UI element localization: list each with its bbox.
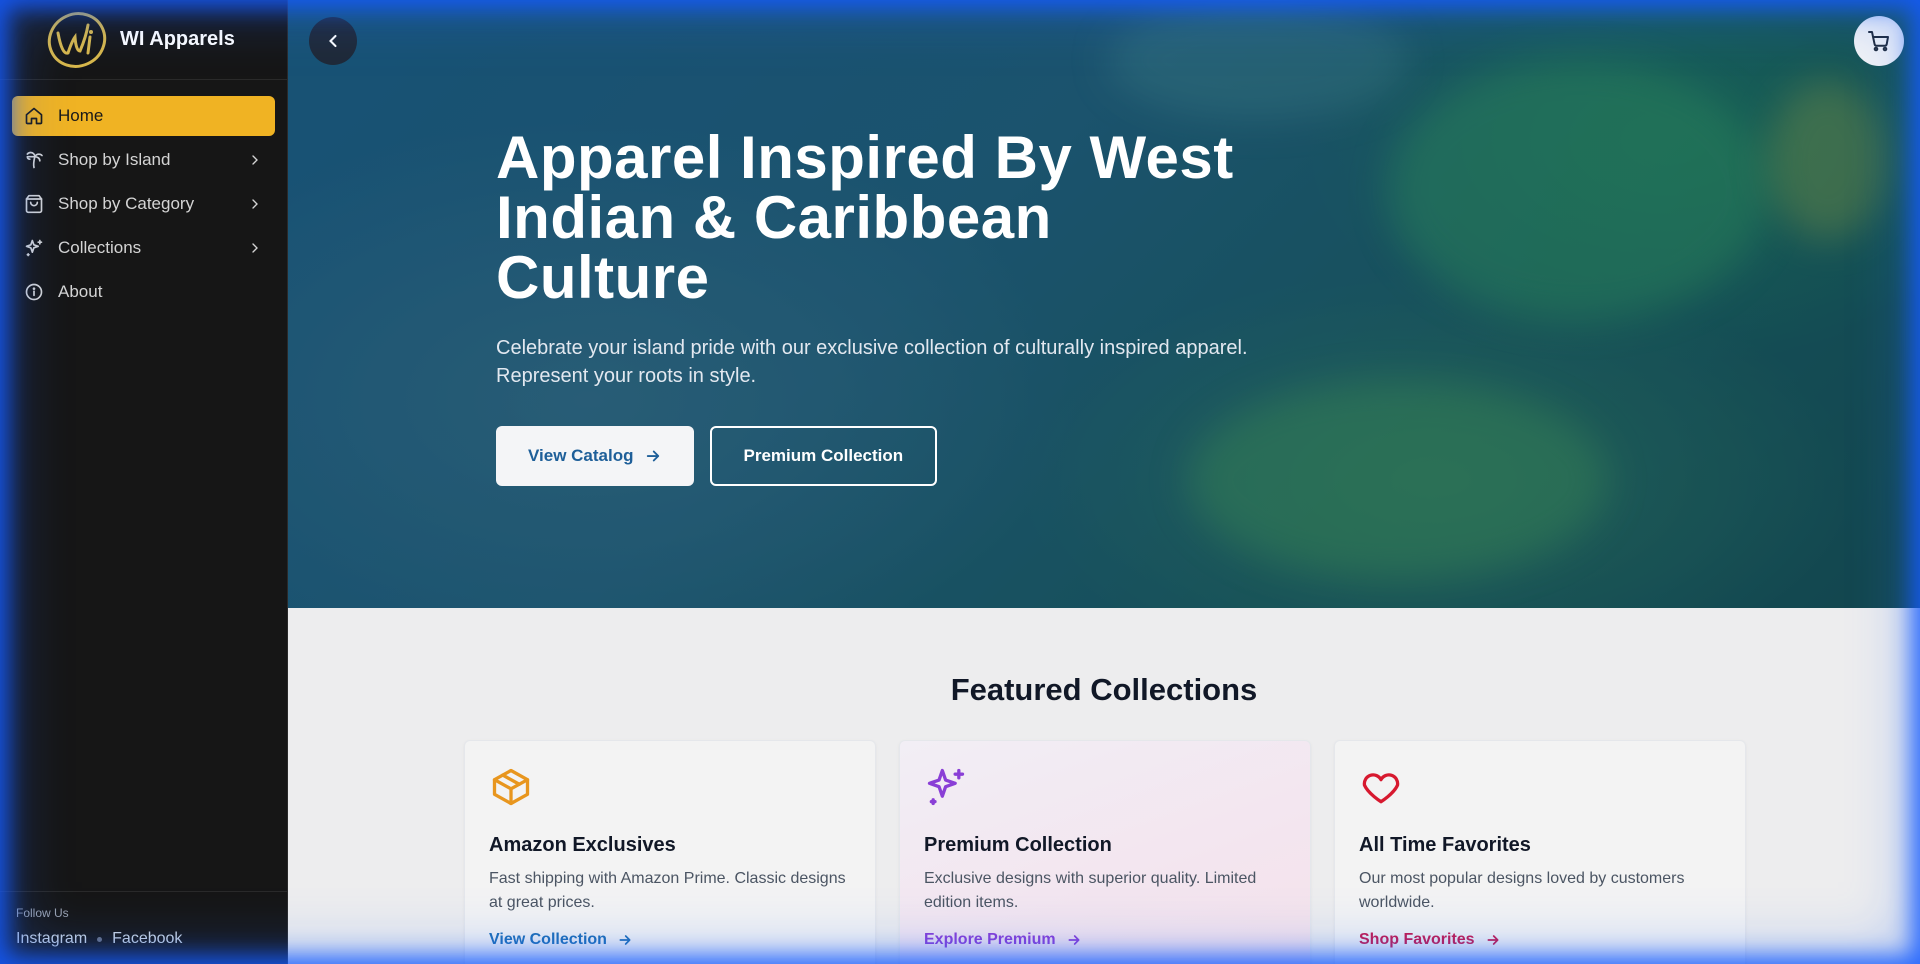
- collection-card-all-time-favorites[interactable]: All Time Favorites Our most popular desi…: [1334, 740, 1746, 964]
- hero-title: Apparel Inspired By West Indian & Caribb…: [496, 124, 1234, 311]
- hero-banner: Apparel Inspired By West Indian & Caribb…: [288, 0, 1920, 608]
- card-link-label: Shop Favorites: [1359, 931, 1475, 948]
- arrow-right-icon: [1487, 935, 1499, 945]
- brand-logo: [47, 11, 107, 68]
- sidebar-nav: Home Shop by Island Shop by Category Col…: [0, 80, 287, 316]
- arrow-right-icon: [646, 450, 659, 462]
- premium-collection-button[interactable]: Premium Collection: [709, 426, 938, 486]
- home-icon: [24, 106, 44, 126]
- premium-collection-label: Premium Collection: [743, 446, 904, 465]
- card-title: Premium Collection: [924, 834, 1112, 856]
- sidebar-footer: Follow Us Instagram Facebook: [0, 891, 287, 964]
- arrow-right-icon: [619, 935, 631, 945]
- sidebar-item-label: Shop by Category: [58, 194, 195, 213]
- sidebar-item-shop-by-category[interactable]: Shop by Category: [12, 184, 275, 224]
- card-title: All Time Favorites: [1359, 834, 1531, 856]
- sidebar-item-label: Shop by Island: [58, 150, 171, 169]
- brand-name: WI Apparels: [120, 28, 235, 50]
- chevron-left-icon: [329, 34, 337, 48]
- sparkles-icon: [24, 238, 44, 258]
- chevron-right-icon: [252, 199, 258, 209]
- package-icon: [492, 768, 530, 806]
- follow-us-label: Follow Us: [16, 906, 69, 920]
- shop-favorites-link[interactable]: Shop Favorites: [1359, 931, 1721, 949]
- chevron-right-icon: [252, 243, 258, 253]
- explore-premium-link[interactable]: Explore Premium: [924, 931, 1286, 949]
- featured-collections: Featured Collections Amazon Exclusives F…: [288, 608, 1920, 964]
- instagram-link[interactable]: Instagram: [16, 930, 87, 948]
- sidebar-item-label: About: [58, 282, 103, 301]
- sidebar: WI Apparels Home Shop by Island Shop by …: [0, 0, 288, 964]
- shopping-bag-icon: [24, 194, 44, 214]
- card-description: Exclusive designs with superior quality.…: [924, 870, 1257, 911]
- arrow-right-icon: [1068, 935, 1080, 945]
- heart-icon: [1362, 773, 1400, 804]
- separator-dot: [97, 936, 103, 942]
- hero-content: Apparel Inspired By West Indian & Caribb…: [496, 128, 1276, 486]
- featured-title: Featured Collections: [950, 672, 1258, 707]
- hero-subtitle: Celebrate your island pride with our exc…: [496, 337, 1248, 387]
- hero-actions: View Catalog Premium Collection: [496, 426, 1276, 486]
- sidebar-item-label: Collections: [58, 238, 142, 257]
- sidebar-item-home[interactable]: Home: [12, 96, 275, 136]
- view-catalog-label: View Catalog: [528, 446, 634, 465]
- facebook-link[interactable]: Facebook: [112, 930, 182, 948]
- palm-tree-icon: [24, 150, 44, 170]
- view-catalog-button[interactable]: View Catalog: [496, 426, 694, 486]
- sparkles-icon: [927, 768, 965, 806]
- social-links: Instagram Facebook: [16, 930, 271, 948]
- view-collection-link[interactable]: View Collection: [489, 931, 851, 949]
- collection-card-amazon-exclusives[interactable]: Amazon Exclusives Fast shipping with Ama…: [464, 740, 876, 964]
- card-description: Fast shipping with Amazon Prime. Classic…: [489, 870, 846, 911]
- back-button[interactable]: [309, 17, 357, 65]
- cart-button[interactable]: [1854, 16, 1904, 66]
- card-link-label: Explore Premium: [924, 931, 1056, 948]
- sidebar-item-collections[interactable]: Collections: [12, 228, 275, 268]
- chevron-right-icon: [252, 155, 258, 165]
- card-link-label: View Collection: [489, 931, 607, 948]
- sidebar-item-about[interactable]: About: [12, 272, 275, 312]
- card-description: Our most popular designs loved by custom…: [1359, 870, 1685, 911]
- shopping-cart-icon: [1868, 31, 1889, 52]
- info-icon: [24, 282, 44, 302]
- sidebar-item-label: Home: [58, 106, 104, 125]
- sidebar-item-shop-by-island[interactable]: Shop by Island: [12, 140, 275, 180]
- card-title: Amazon Exclusives: [489, 834, 676, 856]
- collection-card-premium[interactable]: Premium Collection Exclusive designs wit…: [899, 740, 1311, 964]
- brand[interactable]: WI Apparels: [0, 0, 287, 80]
